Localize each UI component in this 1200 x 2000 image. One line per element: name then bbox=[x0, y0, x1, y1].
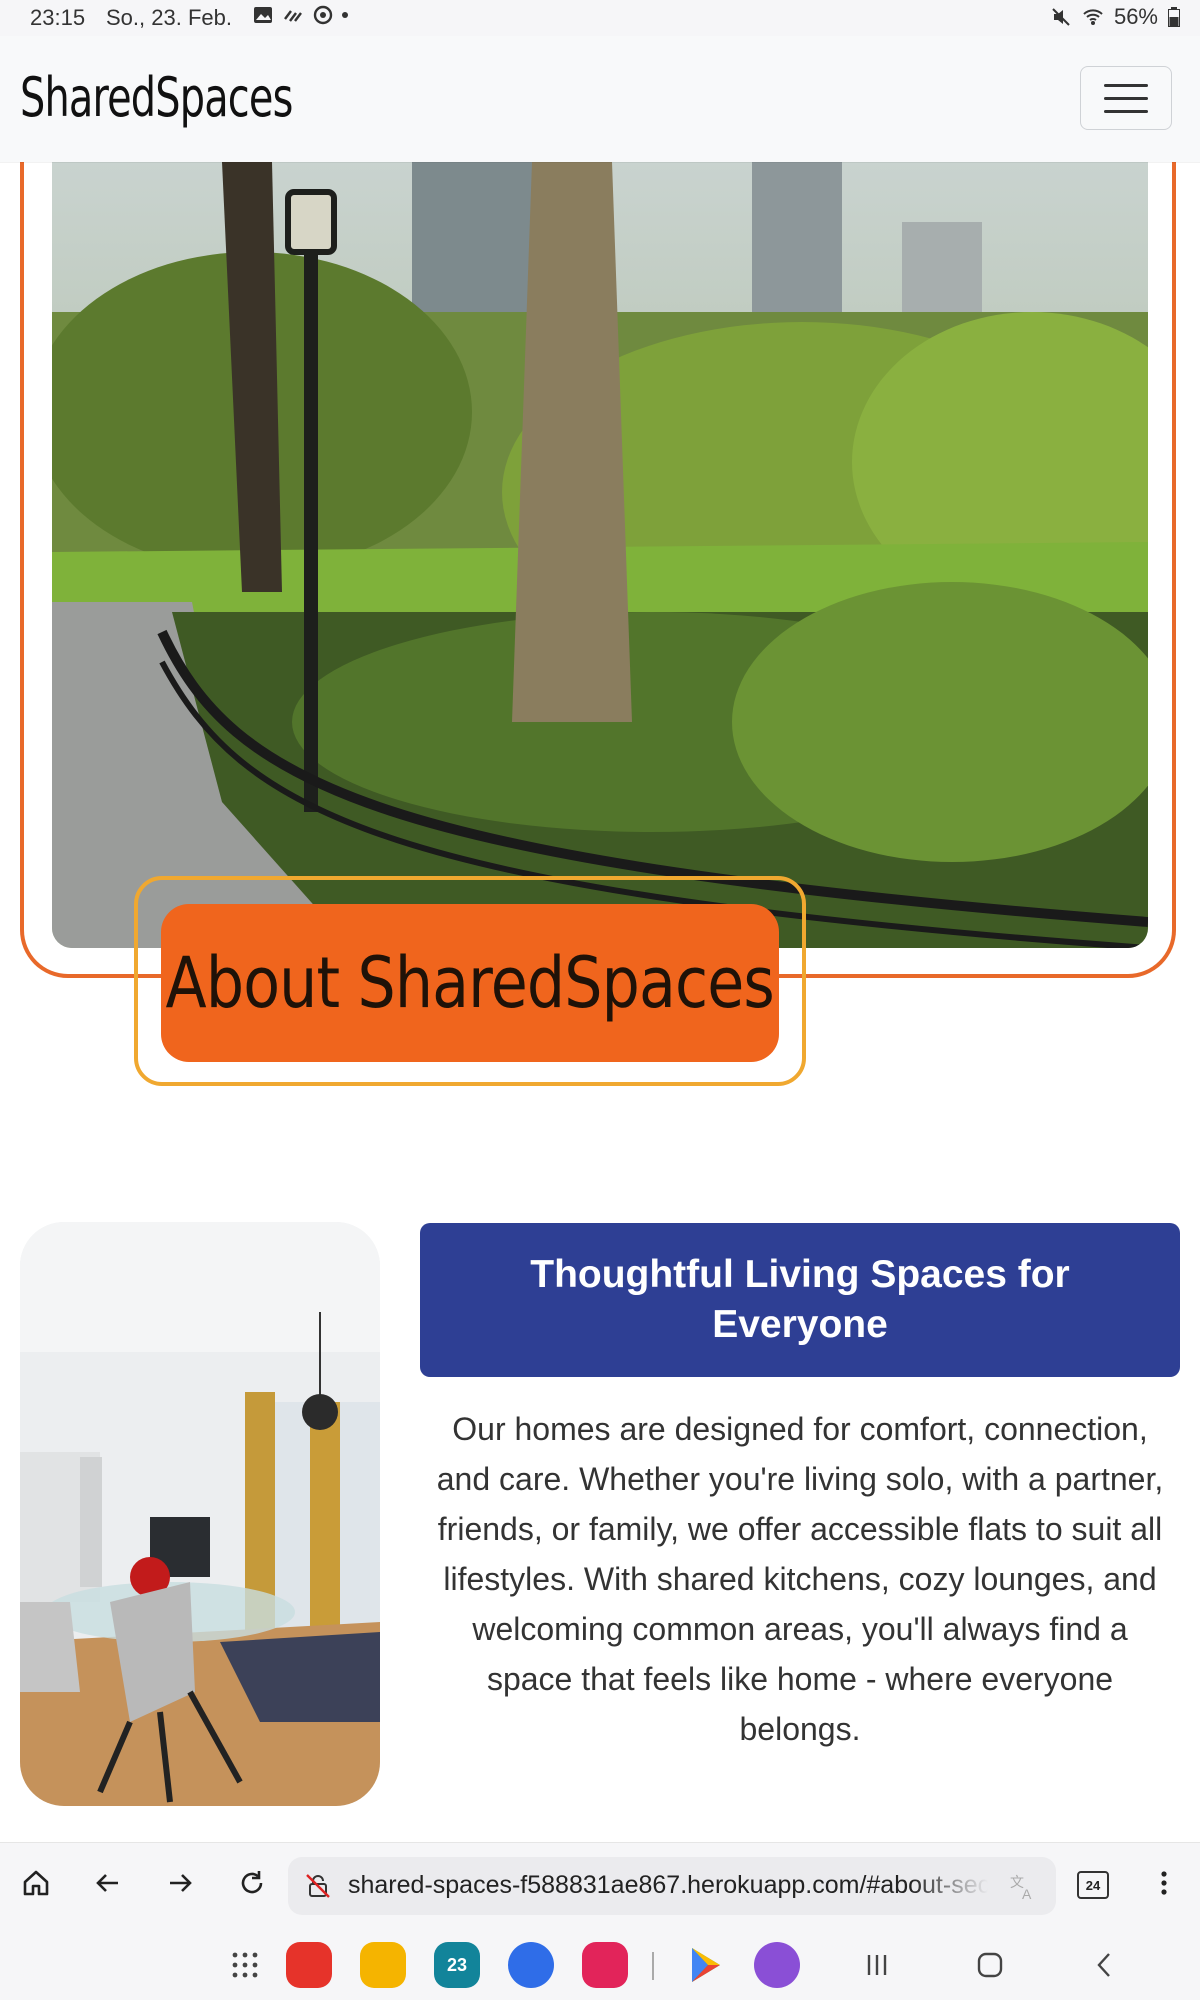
status-bar: 23:15 So., 23. Feb. 56% bbox=[0, 0, 1200, 36]
play-store-icon[interactable] bbox=[684, 1944, 726, 1986]
about-heading: Thoughtful Living Spaces for Everyone bbox=[530, 1253, 1070, 1346]
brand-logo-link[interactable]: SharedSpaces bbox=[20, 66, 293, 129]
about-badge-title: About SharedSpaces bbox=[165, 942, 775, 1024]
browser-menu-button[interactable] bbox=[1144, 1863, 1184, 1903]
about-description: Our homes are designed for comfort, conn… bbox=[436, 1411, 1164, 1747]
sync-icon bbox=[313, 5, 333, 25]
about-heading-box: Thoughtful Living Spaces for Everyone bbox=[420, 1223, 1180, 1377]
calendar-app-icon[interactable]: 23 bbox=[434, 1942, 480, 1988]
svg-text:A: A bbox=[1022, 1886, 1032, 1902]
menu-toggle-button[interactable] bbox=[1080, 66, 1172, 130]
reload-button[interactable] bbox=[232, 1863, 272, 1903]
arrow-right-icon bbox=[170, 1874, 192, 1892]
hero-park-image bbox=[52, 162, 1148, 948]
status-date: So., 23. Feb. bbox=[106, 5, 232, 30]
living-room-image bbox=[20, 1222, 380, 1806]
park-illustration bbox=[52, 162, 1148, 948]
camera-app-icon[interactable] bbox=[582, 1942, 628, 1988]
data-saver-icon bbox=[284, 10, 302, 22]
system-navigation-bar: 23 bbox=[0, 1928, 1200, 2000]
translate-icon[interactable]: 文A bbox=[1008, 1872, 1038, 1902]
status-time: 23:15 bbox=[30, 5, 86, 30]
navbar: SharedSpaces bbox=[0, 36, 1200, 162]
gallery-icon bbox=[254, 7, 272, 23]
battery-icon bbox=[1168, 7, 1180, 27]
back-nav-icon[interactable] bbox=[1090, 1950, 1120, 1980]
about-badge: About SharedSpaces bbox=[161, 904, 779, 1062]
dock-divider bbox=[652, 1952, 654, 1980]
flipboard-app-icon[interactable] bbox=[286, 1942, 332, 1988]
hamburger-icon bbox=[1104, 109, 1148, 113]
messages-app-icon[interactable] bbox=[508, 1942, 554, 1988]
browser-toolbar: shared-spaces-f588831ae867.herokuapp.com… bbox=[0, 1842, 1200, 1929]
recent-apps-icon[interactable] bbox=[862, 1950, 892, 1980]
forward-button[interactable] bbox=[160, 1863, 200, 1903]
mute-icon bbox=[1052, 8, 1070, 26]
living-room-illustration bbox=[20, 1222, 380, 1806]
home-button[interactable] bbox=[16, 1863, 56, 1903]
home-icon bbox=[23, 1870, 49, 1896]
reload-icon bbox=[241, 1871, 263, 1894]
hamburger-icon bbox=[1104, 96, 1148, 100]
tab-switcher-button[interactable]: 24 bbox=[1077, 1871, 1109, 1899]
arrow-left-icon bbox=[96, 1874, 118, 1892]
files-app-icon[interactable] bbox=[360, 1942, 406, 1988]
galaxy-store-icon[interactable] bbox=[754, 1942, 800, 1988]
not-secure-icon bbox=[306, 1874, 330, 1898]
status-notification-icons bbox=[252, 4, 348, 26]
app-drawer-icon[interactable] bbox=[230, 1950, 260, 1980]
address-bar-url: shared-spaces-f588831ae867.herokuapp.com… bbox=[348, 1871, 988, 1899]
more-notifications-dot bbox=[342, 12, 348, 18]
address-bar[interactable]: shared-spaces-f588831ae867.herokuapp.com… bbox=[288, 1857, 1056, 1915]
wifi-icon bbox=[1083, 9, 1103, 25]
hamburger-icon bbox=[1104, 83, 1148, 87]
more-vert-icon bbox=[1161, 1871, 1167, 1895]
battery-percent: 56% bbox=[1113, 4, 1158, 29]
home-nav-icon[interactable] bbox=[975, 1950, 1005, 1980]
back-button[interactable] bbox=[88, 1863, 128, 1903]
